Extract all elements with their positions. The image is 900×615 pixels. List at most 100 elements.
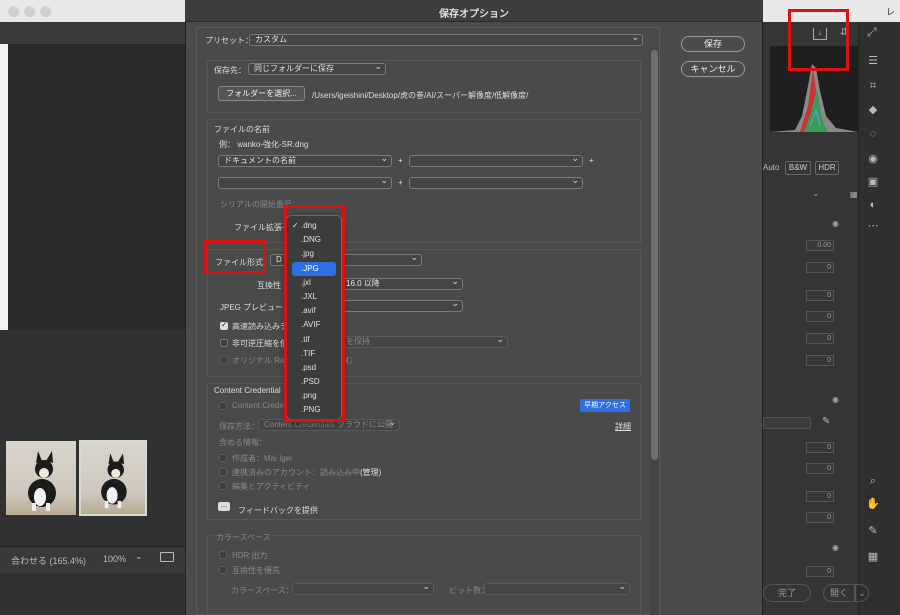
early-access-badge: 早期アクセス <box>580 399 630 412</box>
done-button[interactable]: 完了 <box>763 584 811 602</box>
left-toolbar-strip <box>0 22 185 44</box>
versions-icon[interactable]: ◐ <box>866 198 880 212</box>
hdr-button[interactable]: HDR <box>815 161 839 175</box>
auto-button[interactable]: Auto <box>763 161 783 175</box>
content-credentials-heading: Content Credential <box>214 386 281 395</box>
embed-original-suffix: む <box>345 356 353 365</box>
open-button[interactable]: 開く <box>823 584 855 602</box>
scrollbar-thumb[interactable] <box>651 50 658 460</box>
jpeg-preview-select[interactable] <box>340 300 463 312</box>
bw-button[interactable]: B&W <box>785 161 811 175</box>
plus-sign: + <box>398 156 403 165</box>
content-credentials-checkbox[interactable] <box>219 402 227 410</box>
author-label: 作成者：Mai Igei <box>232 454 293 463</box>
feedback-link[interactable]: フィードバックを提供 <box>238 505 318 516</box>
prioritize-compat-label: 互換性を優先 <box>232 566 280 575</box>
minimize-window-button[interactable] <box>24 6 35 17</box>
zoom-dropdown-icon[interactable]: ⌄ <box>135 551 147 565</box>
slider-value-contrast[interactable]: 0 <box>806 262 834 273</box>
save-method-label: 保存方法： <box>219 422 259 431</box>
thumbnail-enhanced[interactable] <box>79 440 147 516</box>
prioritize-compat-checkbox[interactable] <box>219 566 227 574</box>
eraser-icon[interactable]: ◆ <box>866 103 880 117</box>
zoom-fit-label[interactable]: 合わせる (165.4%) <box>11 554 86 567</box>
profile-dropdown-chevron[interactable]: ⌄ <box>812 188 820 198</box>
compat-select[interactable]: 16.0 以降 <box>340 278 463 290</box>
bit-depth-select[interactable] <box>484 583 630 595</box>
edit-activity-checkbox[interactable] <box>219 482 227 490</box>
embed-original-checkbox[interactable] <box>220 356 228 364</box>
slider-value-exposure[interactable]: 0.00 <box>806 240 834 251</box>
visibility-eye-icon[interactable]: ◉ <box>832 395 842 404</box>
color-space-select[interactable] <box>292 583 434 595</box>
left-white-strip <box>0 44 8 330</box>
zoom-window-button[interactable] <box>40 6 51 17</box>
visibility-eye-icon[interactable]: ◉ <box>832 219 842 228</box>
slider-value-saturation[interactable]: 0 <box>806 512 834 523</box>
visibility-eye-icon[interactable]: ◉ <box>832 543 842 552</box>
slider-value-highlights[interactable]: 0 <box>806 290 834 301</box>
filename-example: 例： wanko-強化-SR.dng <box>219 140 309 149</box>
redeye-icon[interactable]: ◉ <box>866 152 880 166</box>
grid-overlay-icon[interactable]: ▦ <box>866 550 880 564</box>
preset-select[interactable]: カスタム <box>249 34 643 46</box>
hdr-output-checkbox[interactable] <box>219 551 227 559</box>
filename-heading: ファイルの名前 <box>214 125 270 134</box>
color-space-heading: カラースペース <box>214 532 273 543</box>
zoom-tool-icon[interactable]: ⌕ <box>866 474 880 488</box>
account-label: 連携済みのアカウント：読み込み中... <box>232 468 367 477</box>
app-edge-label: レ <box>886 7 896 17</box>
crop-icon[interactable]: ⌗ <box>866 79 880 93</box>
fast-load-checkbox[interactable] <box>220 320 228 330</box>
account-checkbox[interactable] <box>219 468 227 476</box>
destination-select[interactable]: 同じフォルダーに保存 <box>248 63 386 75</box>
left-preview-area <box>0 44 185 330</box>
hdr-output-label: HDR 出力 <box>232 551 268 560</box>
feedback-icon: … <box>218 502 230 511</box>
slider-value-shadows[interactable]: 0 <box>806 311 834 322</box>
slider-value-whites[interactable]: 0 <box>806 333 834 344</box>
jpeg-preview-label: JPEG プレビュー： <box>220 303 292 312</box>
cancel-button[interactable]: キャンセル <box>681 61 745 77</box>
filename-field-2[interactable] <box>409 155 583 167</box>
choose-folder-button[interactable]: フォルダーを選択... <box>218 86 305 101</box>
slider-value-blacks[interactable]: 0 <box>806 355 834 366</box>
expand-icon[interactable]: ⤢ <box>867 25 881 39</box>
hand-tool-icon[interactable]: ✋ <box>866 497 880 511</box>
filename-field-3[interactable] <box>218 177 392 189</box>
details-link[interactable]: 詳細 <box>615 421 631 432</box>
annotation-box-extension-menu <box>284 205 345 422</box>
compare-view-icon[interactable] <box>160 552 174 562</box>
more-icon[interactable]: ⋯ <box>866 219 880 233</box>
slider-value-texture[interactable]: 0 <box>806 566 834 577</box>
presets-icon[interactable]: ▣ <box>866 175 880 189</box>
profile-browser-icon[interactable]: ▦ <box>850 190 858 199</box>
format-select-prefix: D <box>276 255 282 264</box>
color-space-label: カラースペース： <box>231 586 294 595</box>
save-button[interactable]: 保存 <box>681 36 745 52</box>
plus-sign: + <box>398 178 403 187</box>
lossy-select-value: を保持 <box>346 337 370 346</box>
eyedropper-icon[interactable]: ✎ <box>822 416 832 428</box>
slider-value-vibrance[interactable]: 0 <box>806 491 834 502</box>
compat-label: 互換性 <box>257 281 281 290</box>
slider-value-temp[interactable]: 0 <box>806 442 834 453</box>
annotation-box-format-label <box>204 240 266 274</box>
manage-link[interactable]: (管理) <box>360 467 381 478</box>
lossy-select[interactable]: を保持 <box>340 336 508 348</box>
close-window-button[interactable] <box>8 6 19 17</box>
wb-dropdown[interactable] <box>763 417 811 429</box>
masking-icon[interactable]: ◌ <box>866 127 880 141</box>
edit-sliders-icon[interactable]: ☰ <box>866 54 880 68</box>
dialog-title: 保存オプション <box>439 9 509 20</box>
author-checkbox[interactable] <box>219 454 227 462</box>
filename-field-1[interactable]: ドキュメントの名前 <box>218 155 392 167</box>
thumbnail-original[interactable] <box>6 441 76 515</box>
zoom-percent[interactable]: 100% <box>103 554 126 564</box>
filename-field-4[interactable] <box>409 177 583 189</box>
lossy-checkbox[interactable] <box>220 339 228 347</box>
sampler-tool-icon[interactable]: ✎ <box>866 524 880 538</box>
plus-sign: + <box>589 156 594 165</box>
annotation-box-save-icon <box>788 9 849 71</box>
slider-value-tint[interactable]: 0 <box>806 463 834 474</box>
